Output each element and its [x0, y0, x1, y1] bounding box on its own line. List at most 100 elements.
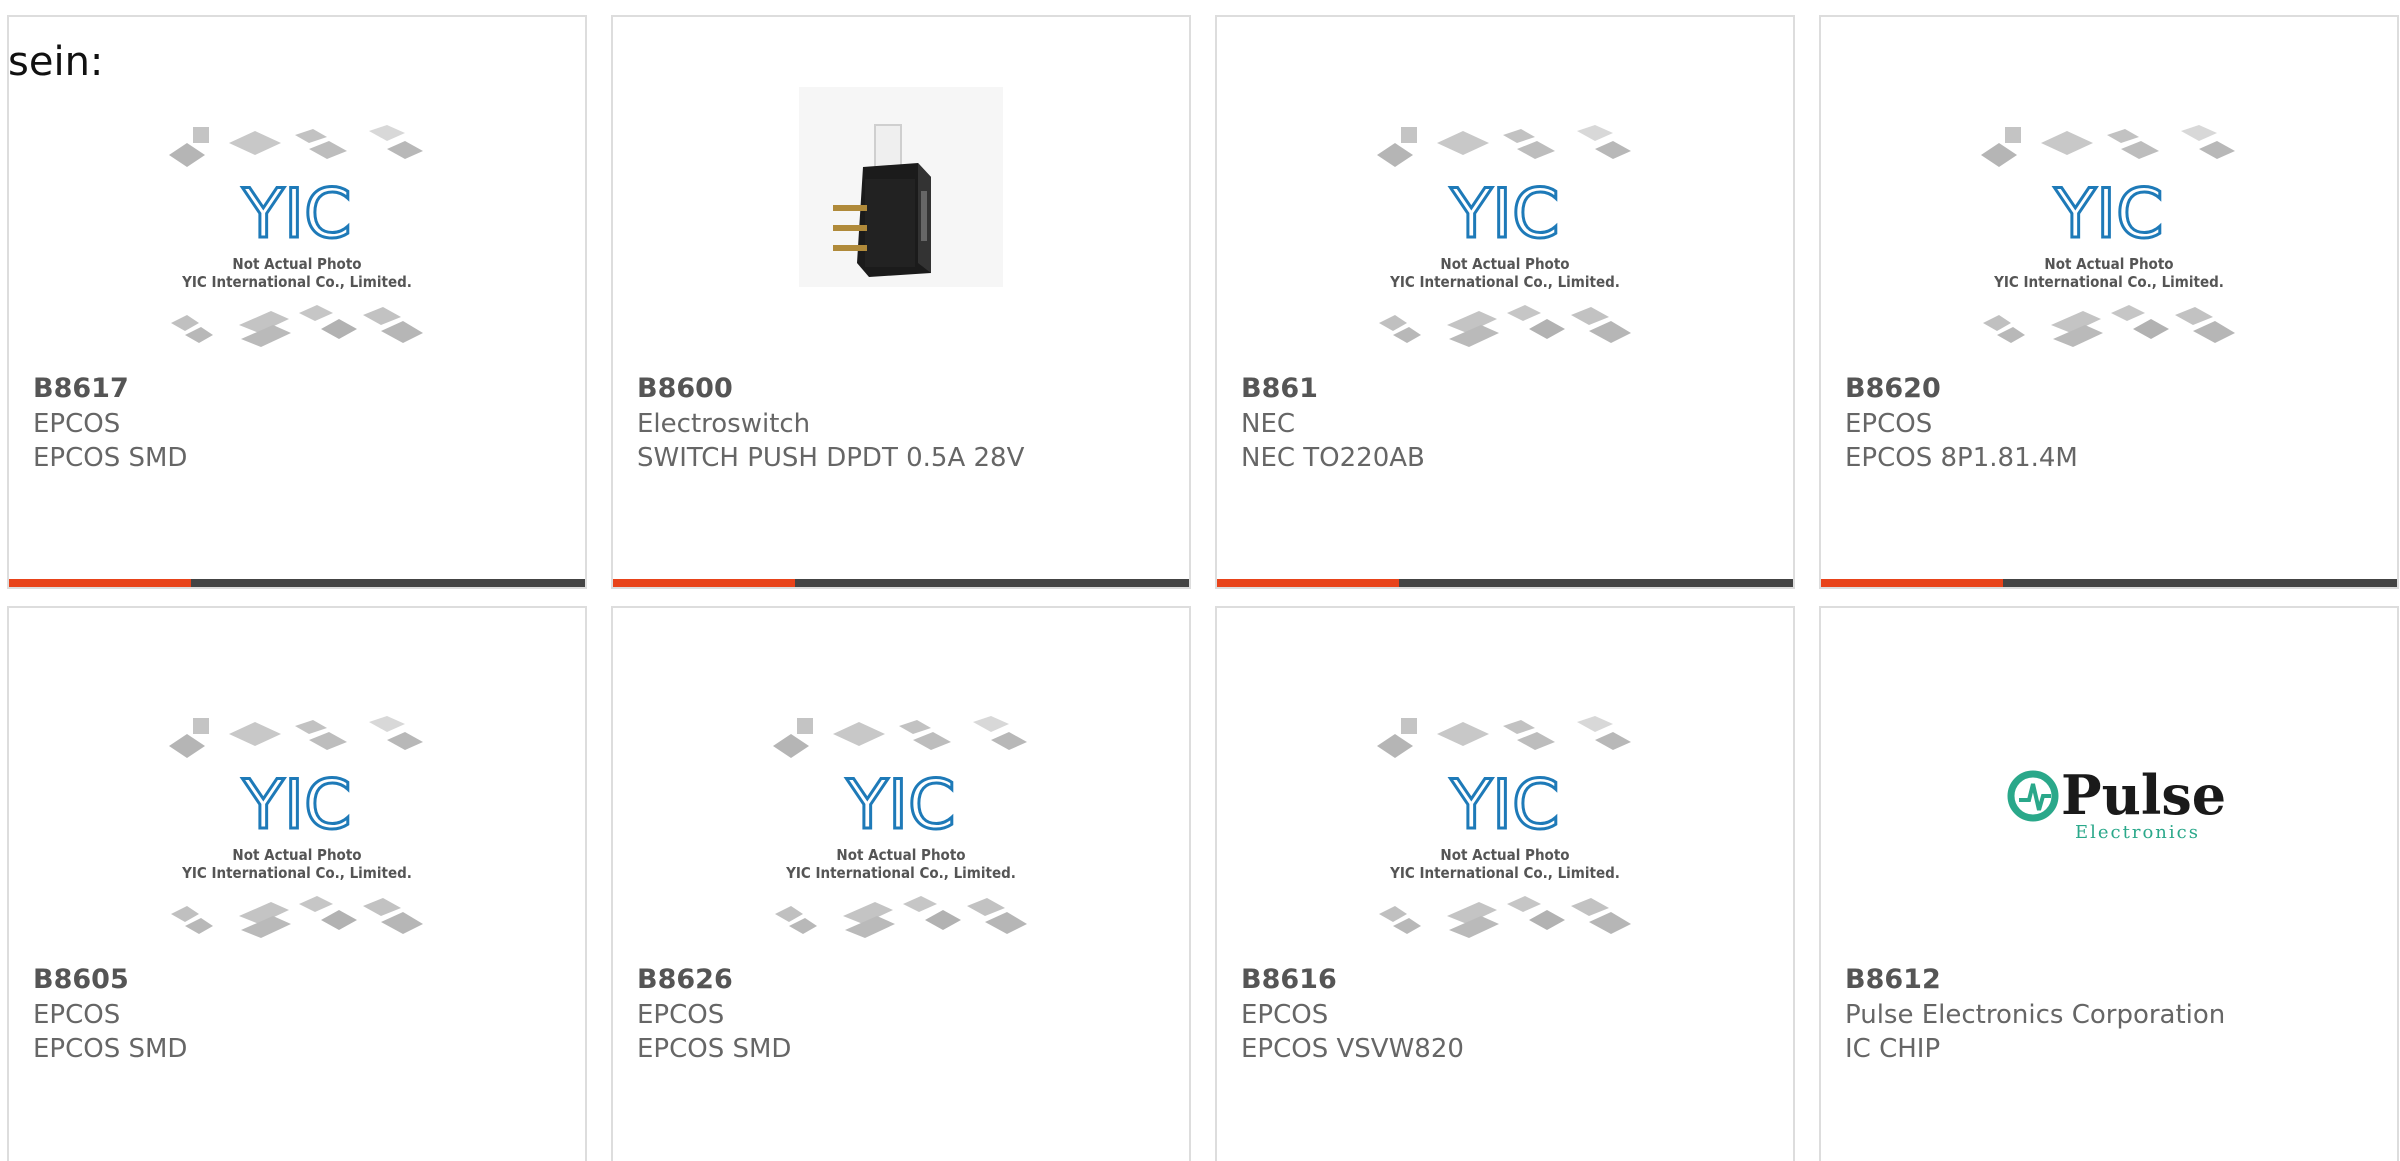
yic-company-caption: YIC International Co., Limited.	[1389, 273, 1620, 291]
not-actual-photo-graphic: YICNot Actual PhotoYIC International Co.…	[773, 716, 1027, 938]
product-image-pulse-logo[interactable]: Pulse Electronics	[1821, 678, 2397, 948]
yic-logo: YIC	[241, 175, 351, 254]
chip-icon	[2193, 321, 2235, 343]
chip-icon	[899, 720, 931, 734]
description: EPCOS SMD	[33, 1034, 188, 1064]
chip-icon	[789, 918, 817, 934]
chip-icon	[369, 125, 405, 141]
chip-icon	[1507, 305, 1541, 321]
chip-icon	[229, 722, 281, 746]
yic-logo: YIC	[2053, 175, 2163, 254]
card-progress-bar	[613, 579, 1189, 587]
chip-icon	[1503, 129, 1535, 143]
chip-icon	[169, 143, 205, 167]
part-number[interactable]: B8626	[637, 964, 733, 995]
product-image-placeholder[interactable]: YIC Not Actual Photo YIC International Co.…	[9, 87, 585, 357]
chip-icon	[2111, 305, 2145, 321]
part-number[interactable]: B861	[1241, 373, 1318, 404]
product-card[interactable]: YIC Not Actual Photo YIC International Co.…	[1215, 15, 1795, 589]
product-card[interactable]: Pulse Electronics B8612 Pulse Electronic…	[1819, 606, 2399, 1161]
chip-icon	[1529, 910, 1565, 930]
chip-icon	[775, 906, 803, 922]
product-card[interactable]: YIC Not Actual Photo YIC International Co.…	[1819, 15, 2399, 589]
part-number[interactable]: B8605	[33, 964, 129, 995]
chip-icon	[2199, 141, 2235, 159]
card-bar-accent	[613, 579, 795, 587]
manufacturer: EPCOS	[637, 1000, 725, 1030]
product-image-switch[interactable]	[613, 87, 1189, 357]
chip-icon	[1437, 131, 1489, 155]
card-bar-accent	[1821, 579, 2003, 587]
chip-icon	[1503, 720, 1535, 734]
chip-icon	[1589, 912, 1631, 934]
pulse-brand-text: Pulse	[2061, 763, 2226, 827]
chip-icon	[387, 141, 423, 159]
chip-icon	[295, 720, 327, 734]
manufacturer: Electroswitch	[637, 409, 811, 439]
chip-icon	[1997, 327, 2025, 343]
chip-icon	[381, 912, 423, 934]
chip-icon	[171, 315, 199, 331]
product-image-placeholder[interactable]: YIC Not Actual Photo YIC International Co.…	[613, 678, 1189, 948]
yic-company-caption: YIC International Co., Limited.	[181, 273, 412, 291]
product-grid: YIC Not Actual Photo YIC International Co.…	[0, 0, 2400, 1161]
chip-icon	[2107, 129, 2139, 143]
chip-icon	[387, 732, 423, 750]
not-actual-photo-caption: Not Actual Photo	[836, 846, 965, 864]
chip-icon	[1379, 315, 1407, 331]
chip-icon	[185, 327, 213, 343]
manufacturer: EPCOS	[1845, 409, 1933, 439]
part-number[interactable]: B8620	[1845, 373, 1941, 404]
not-actual-photo-graphic: YICNot Actual PhotoYIC International Co.…	[169, 125, 423, 347]
description: EPCOS 8P1.81.4M	[1845, 443, 2078, 473]
chip-icon	[1393, 918, 1421, 934]
not-actual-photo-graphic: YICNot Actual PhotoYIC International Co.…	[1377, 125, 1631, 347]
not-actual-photo-caption: Not Actual Photo	[232, 846, 361, 864]
yic-logo: YIC	[845, 766, 955, 845]
chip-icon	[1517, 732, 1555, 750]
product-image-placeholder[interactable]: YIC Not Actual Photo YIC International Co.…	[1217, 678, 1793, 948]
product-card[interactable]: YIC Not Actual Photo YIC International Co.…	[7, 15, 587, 589]
description: EPCOS SMD	[33, 443, 188, 473]
product-card[interactable]: YIC Not Actual Photo YIC International Co.…	[7, 606, 587, 1161]
part-number[interactable]: B8600	[637, 373, 733, 404]
manufacturer: Pulse Electronics Corporation	[1845, 1000, 2226, 1030]
product-card[interactable]: B8600 Electroswitch SWITCH PUSH DPDT 0.5…	[611, 15, 1191, 589]
pulse-subtitle-text: Electronics	[2075, 822, 2200, 843]
chip-icon	[1401, 127, 1417, 143]
chip-icon	[321, 319, 357, 339]
yic-company-caption: YIC International Co., Limited.	[1993, 273, 2224, 291]
part-number[interactable]: B8617	[33, 373, 129, 404]
product-image-placeholder[interactable]: YIC Not Actual Photo YIC International Co.…	[9, 678, 585, 948]
description: EPCOS SMD	[637, 1034, 792, 1064]
description: EPCOS VSVW820	[1241, 1034, 1464, 1064]
part-number[interactable]: B8616	[1241, 964, 1337, 995]
chip-icon	[973, 716, 1009, 732]
chip-icon	[169, 734, 205, 758]
chip-icon	[1379, 906, 1407, 922]
yic-company-caption: YIC International Co., Limited.	[1389, 864, 1620, 882]
chip-icon	[229, 131, 281, 155]
pulse-electronics-logo: Pulse Electronics	[2007, 763, 2226, 843]
chip-icon	[1595, 141, 1631, 159]
part-number[interactable]: B8612	[1845, 964, 1941, 995]
manufacturer: EPCOS	[1241, 1000, 1329, 1030]
chip-icon	[193, 127, 209, 143]
yic-company-caption: YIC International Co., Limited.	[181, 864, 412, 882]
not-actual-photo-caption: Not Actual Photo	[1440, 846, 1569, 864]
chip-icon	[991, 732, 1027, 750]
chip-icon	[1983, 315, 2011, 331]
chip-icon	[913, 732, 951, 750]
chip-icon	[295, 129, 327, 143]
product-card[interactable]: YIC Not Actual Photo YIC International Co.…	[1215, 606, 1795, 1161]
chip-icon	[2175, 307, 2213, 325]
product-card[interactable]: YIC Not Actual Photo YIC International Co.…	[611, 606, 1191, 1161]
push-switch-photo	[799, 87, 1003, 287]
chip-icon	[185, 918, 213, 934]
not-actual-photo-caption: Not Actual Photo	[1440, 255, 1569, 273]
chip-icon	[1589, 321, 1631, 343]
product-image-placeholder[interactable]: YIC Not Actual Photo YIC International Co.…	[1821, 87, 2397, 357]
product-image-placeholder[interactable]: YIC Not Actual Photo YIC International Co.…	[1217, 87, 1793, 357]
manufacturer: EPCOS	[33, 1000, 121, 1030]
chip-icon	[2181, 125, 2217, 141]
